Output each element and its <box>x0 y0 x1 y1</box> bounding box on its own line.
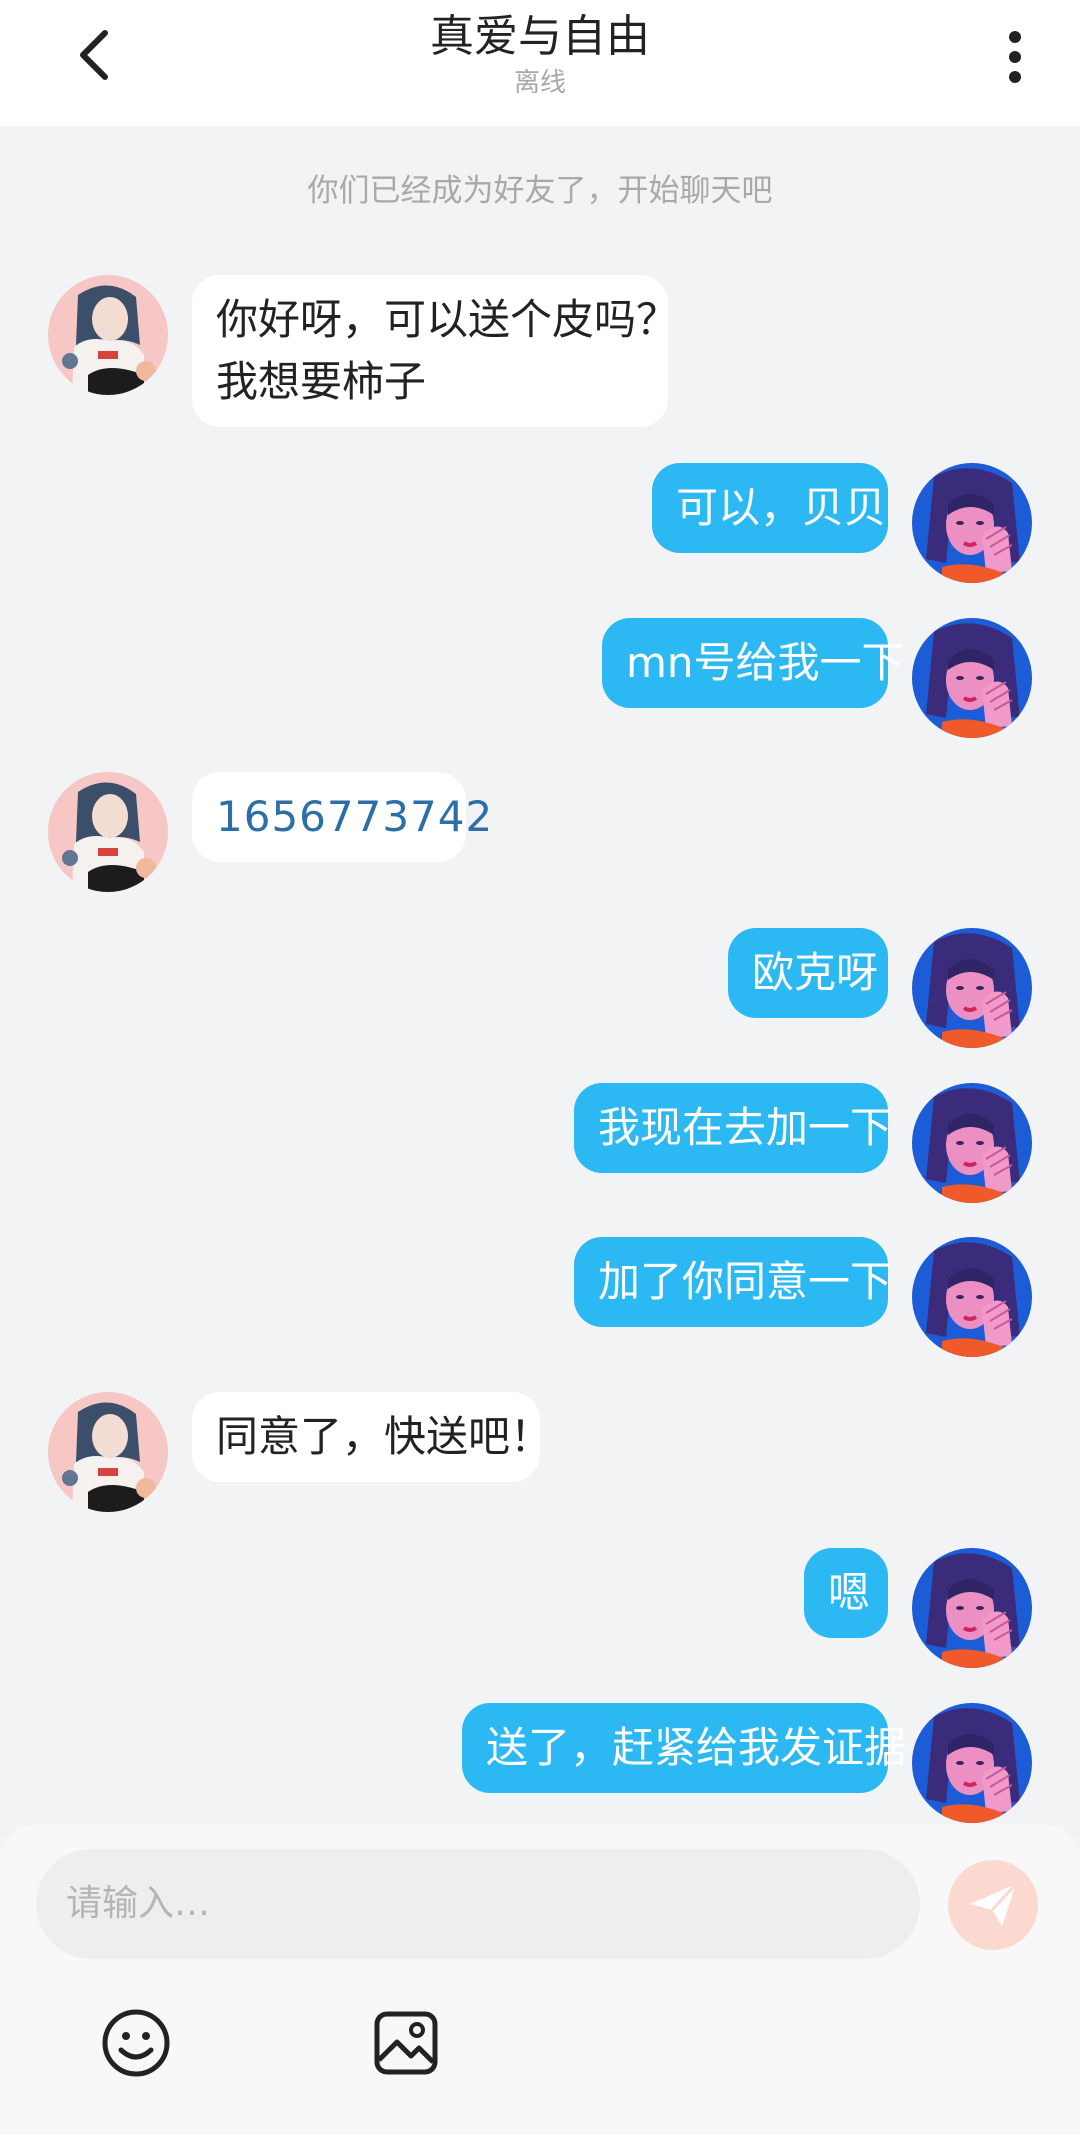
incoming-message-bubble[interactable]: 你好呀，可以送个皮吗？ 我想要柿子 <box>192 275 679 427</box>
title-block: 真爱与自由 离线 <box>240 8 840 100</box>
message-row: 1656773742 <box>0 772 1080 892</box>
system-message: 你们已经成为好友了，开始聊天吧 <box>307 173 773 209</box>
send-button[interactable] <box>948 1860 1038 1950</box>
message-row: 嗯 <box>0 1548 1080 1668</box>
contact-avatar[interactable] <box>48 275 168 395</box>
outgoing-message-bubble[interactable]: mn号给我一下 <box>602 618 904 708</box>
message-row: 可以，贝贝 <box>0 463 1080 583</box>
chat-header: 真爱与自由 离线 <box>0 0 1080 126</box>
message-row: 同意了，快送吧！ <box>0 1392 1080 1512</box>
message-text-line: 可以，贝贝 <box>676 483 887 532</box>
my-avatar[interactable] <box>912 1548 1032 1668</box>
more-vertical-icon <box>1009 31 1021 83</box>
paper-plane-icon <box>970 1882 1018 1926</box>
message-text-line: 我想要柿子 <box>216 357 427 406</box>
message-row: 加了你同意一下 <box>0 1237 1080 1357</box>
my-avatar[interactable] <box>912 1703 1032 1823</box>
message-text-line: 同意了，快送吧！ <box>216 1412 553 1461</box>
outgoing-message-bubble[interactable]: 嗯 <box>804 1548 888 1638</box>
smiley-icon <box>102 2009 170 2077</box>
message-text-line: 欧克呀 <box>752 948 879 997</box>
contact-name: 真爱与自由 <box>430 11 650 62</box>
message-text-line: 我现在去加一下 <box>598 1103 893 1152</box>
message-text-line: mn号给我一下 <box>626 638 904 687</box>
more-options-button[interactable] <box>985 22 1045 92</box>
incoming-message-bubble[interactable]: 1656773742 <box>192 772 494 862</box>
back-button[interactable] <box>60 20 130 90</box>
my-avatar[interactable] <box>912 928 1032 1048</box>
outgoing-message-bubble[interactable]: 加了你同意一下 <box>574 1237 893 1327</box>
message-row: 我现在去加一下 <box>0 1083 1080 1203</box>
outgoing-message-bubble[interactable]: 欧克呀 <box>728 928 888 1018</box>
message-row: 送了，赶紧给我发证据 <box>0 1703 1080 1823</box>
online-status: 离线 <box>513 68 566 98</box>
message-row: mn号给我一下 <box>0 618 1080 738</box>
chevron-left-icon <box>80 30 108 80</box>
my-avatar[interactable] <box>912 618 1032 738</box>
message-row: 欧克呀 <box>0 928 1080 1048</box>
incoming-message-bubble[interactable]: 同意了，快送吧！ <box>192 1392 553 1482</box>
my-avatar[interactable] <box>912 1237 1032 1357</box>
image-button[interactable] <box>368 2005 444 2081</box>
message-input[interactable]: 请输入… <box>36 1849 920 1959</box>
message-text-line: 加了你同意一下 <box>598 1257 893 1306</box>
composer: 请输入… <box>0 1825 1080 2135</box>
contact-avatar[interactable] <box>48 772 168 892</box>
message-text-line: 你好呀，可以送个皮吗？ <box>216 295 679 344</box>
my-avatar[interactable] <box>912 1083 1032 1203</box>
emoji-button[interactable] <box>98 2005 174 2081</box>
outgoing-message-bubble[interactable]: 可以，贝贝 <box>652 463 888 553</box>
my-avatar[interactable] <box>912 463 1032 583</box>
message-text-line: 1656773742 <box>216 792 494 841</box>
outgoing-message-bubble[interactable]: 送了，赶紧给我发证据 <box>462 1703 907 1793</box>
image-icon <box>374 2011 438 2075</box>
message-row: 你好呀，可以送个皮吗？ 我想要柿子 <box>0 275 1080 435</box>
contact-avatar[interactable] <box>48 1392 168 1512</box>
outgoing-message-bubble[interactable]: 我现在去加一下 <box>574 1083 893 1173</box>
message-text-line: 嗯 <box>828 1568 871 1617</box>
message-text-line: 送了，赶紧给我发证据 <box>486 1723 907 1772</box>
